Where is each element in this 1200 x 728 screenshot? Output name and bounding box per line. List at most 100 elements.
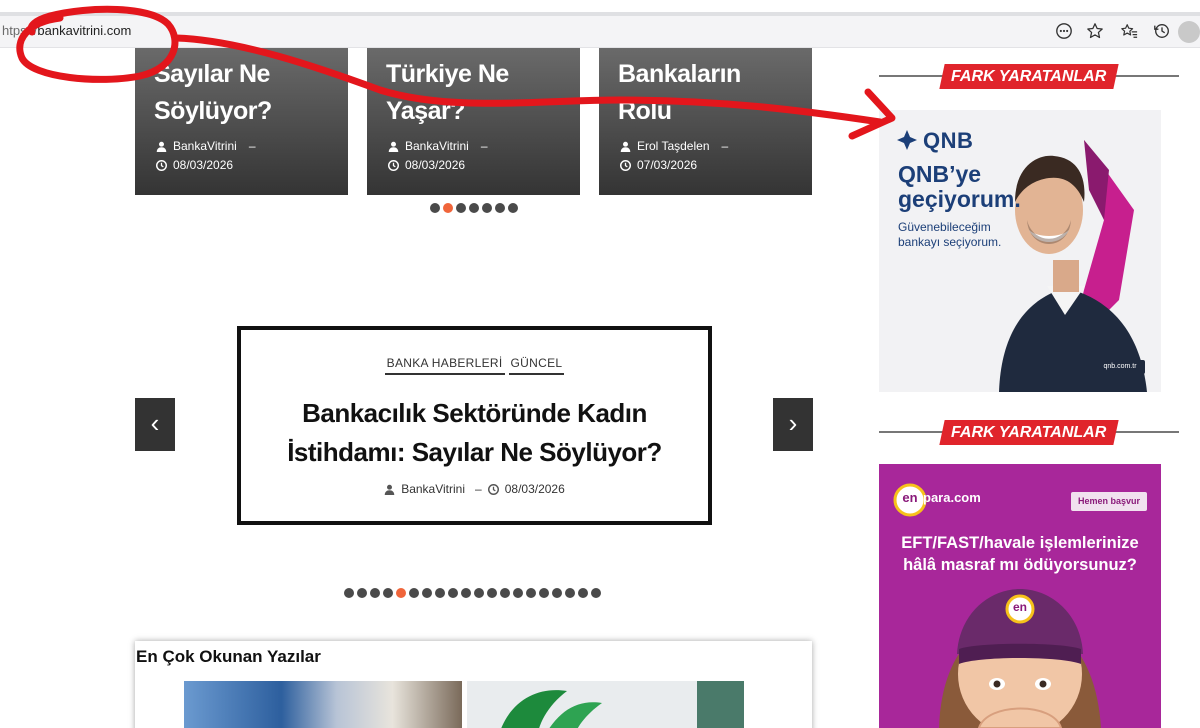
pagination-dot[interactable] <box>456 203 466 213</box>
card-title-line2: Söylüyor? <box>154 97 272 125</box>
carousel-card-3[interactable]: Bankaların Rolü Erol Taşdelen – 07/03/202… <box>599 48 812 195</box>
enpara-advertisement[interactable]: en para.com Hemen başvur EFT/FAST/havale … <box>879 464 1161 728</box>
favorite-star-icon[interactable] <box>1085 22 1105 42</box>
pagination-dot[interactable] <box>409 588 419 598</box>
pagination-dot[interactable] <box>552 588 562 598</box>
card-date: 08/03/2026 <box>405 158 466 172</box>
enpara-headline: EFT/FAST/havale işlemlerinize hâlâ masra… <box>879 532 1161 576</box>
pagination-dot[interactable] <box>482 203 492 213</box>
qnb-advertisement[interactable]: QNB QNB’ye geçiyorum. Güvenebileceğim ba… <box>879 110 1161 392</box>
url-scheme-rest: ps:// <box>12 23 38 38</box>
clock-icon <box>620 159 631 171</box>
card-title[interactable]: Türkiye Ne Yaşar? <box>386 56 509 130</box>
qnb-headline-line1: QNB’ye <box>898 161 982 187</box>
pagination-dot[interactable] <box>539 588 549 598</box>
card-author-row: BankaVitrini – <box>156 139 256 153</box>
slide-author[interactable]: BankaVitrini <box>401 482 465 496</box>
more-options-icon[interactable] <box>1054 22 1074 42</box>
slide-tags: BANKA HABERLERİ GÜNCEL <box>241 356 708 375</box>
slide-title-line1: Bankacılık Sektöründe Kadın <box>302 398 647 428</box>
card-author[interactable]: BankaVitrini <box>405 139 469 153</box>
sidebar-section-label-1: FARK YARATANLAR <box>951 68 1107 85</box>
card-title-line2: Yaşar? <box>386 97 466 125</box>
most-read-thumbnail-2[interactable] <box>467 681 744 728</box>
user-icon <box>620 141 631 152</box>
top-carousel-pagination <box>430 203 518 213</box>
pagination-dot[interactable] <box>461 588 471 598</box>
most-read-thumbnail-1[interactable] <box>184 681 462 728</box>
pagination-dot[interactable] <box>495 203 505 213</box>
card-author-row: BankaVitrini – <box>388 139 488 153</box>
pagination-dot[interactable] <box>474 588 484 598</box>
card-title[interactable]: Sayılar Ne Söylüyor? <box>154 56 272 130</box>
pagination-dot[interactable] <box>430 203 440 213</box>
slide-title-line2: İstihdamı: Sayılar Ne Söylüyor? <box>287 437 662 467</box>
pagination-dot[interactable] <box>487 588 497 598</box>
pagination-dot[interactable] <box>396 588 406 598</box>
pagination-dot[interactable] <box>469 203 479 213</box>
carousel-card-1[interactable]: Sayılar Ne Söylüyor? BankaVitrini – 08/03… <box>135 48 348 195</box>
card-date-row: 08/03/2026 <box>156 158 233 172</box>
history-icon[interactable] <box>1152 22 1172 42</box>
qnb-subtext-line1: Güvenebileceğim <box>898 220 991 234</box>
card-date: 07/03/2026 <box>637 158 698 172</box>
tag-guncel[interactable]: GÜNCEL <box>508 356 565 375</box>
sidebar-section-title-1: FARK YARATANLAR <box>939 64 1119 89</box>
pagination-dot[interactable] <box>383 588 393 598</box>
slide-meta: BankaVitrini – 08/03/2026 <box>241 482 708 496</box>
pagination-dot[interactable] <box>448 588 458 598</box>
meta-separator: – <box>721 139 729 153</box>
url-text[interactable]: htps://bankavitrini.com <box>2 23 131 38</box>
most-read-section: En Çok Okunan Yazılar <box>135 641 812 728</box>
card-author[interactable]: BankaVitrini <box>173 139 237 153</box>
user-icon <box>156 141 167 152</box>
pagination-dot[interactable] <box>508 203 518 213</box>
profile-avatar[interactable] <box>1178 21 1200 43</box>
qnb-subtext: Güvenebileceğim bankayı seçiyorum. <box>898 220 1001 250</box>
card-title[interactable]: Bankaların Rolü <box>618 56 741 130</box>
pagination-dot[interactable] <box>526 588 536 598</box>
pagination-dot[interactable] <box>513 588 523 598</box>
pagination-dot[interactable] <box>591 588 601 598</box>
slide-title[interactable]: Bankacılık Sektöründe Kadın İstihdamı: S… <box>251 394 698 472</box>
pagination-dot[interactable] <box>500 588 510 598</box>
user-icon <box>388 141 399 152</box>
pagination-dot[interactable] <box>422 588 432 598</box>
card-date: 08/03/2026 <box>173 158 234 172</box>
featured-slide[interactable]: BANKA HABERLERİ GÜNCEL Bankacılık Sektör… <box>237 326 712 525</box>
most-read-heading: En Çok Okunan Yazılar <box>136 647 321 666</box>
favorites-list-icon[interactable] <box>1119 22 1139 42</box>
pagination-dot[interactable] <box>357 588 367 598</box>
enpara-logo-para: para.com <box>923 490 981 505</box>
slider-next-button[interactable]: › <box>773 398 813 451</box>
card-title-line1: Türkiye Ne <box>386 60 509 88</box>
pagination-dot[interactable] <box>565 588 575 598</box>
slider-prev-button[interactable]: ‹ <box>135 398 175 451</box>
meta-separator: – <box>475 482 482 496</box>
address-bar[interactable]: htps://bankavitrini.com <box>0 12 1200 48</box>
slider-pagination <box>344 588 601 598</box>
enpara-cta-button[interactable]: Hemen başvur <box>1071 492 1147 511</box>
slide-date: 08/03/2026 <box>504 482 565 496</box>
card-title-line2: Rolü <box>618 97 672 125</box>
qnb-subtext-line2: bankayı seçiyorum. <box>898 235 1002 249</box>
meta-separator: – <box>248 139 256 153</box>
pagination-dot[interactable] <box>443 203 453 213</box>
url-host: bankavitrini.com <box>37 23 132 38</box>
card-date-row: 07/03/2026 <box>620 158 697 172</box>
clock-icon <box>487 483 499 495</box>
pagination-dot[interactable] <box>435 588 445 598</box>
qnb-ad-artwork <box>897 130 1147 392</box>
enpara-headline-line2: hâlâ masraf mı ödüyorsunuz? <box>903 556 1137 574</box>
carousel-card-2[interactable]: Türkiye Ne Yaşar? BankaVitrini – 08/03/20… <box>367 48 580 195</box>
pagination-dot[interactable] <box>370 588 380 598</box>
qnb-headline-line2: geçiyorum. <box>898 186 1021 212</box>
pagination-dot[interactable] <box>578 588 588 598</box>
clock-icon <box>388 159 399 171</box>
card-author[interactable]: Erol Taşdelen <box>637 139 710 153</box>
qnb-headline: QNB’ye geçiyorum. <box>898 162 1021 212</box>
window-top-strip <box>0 0 1200 12</box>
pagination-dot[interactable] <box>344 588 354 598</box>
qnb-site-label: qnb.com.tr <box>1103 363 1137 370</box>
tag-banka-haberleri[interactable]: BANKA HABERLERİ <box>384 356 505 375</box>
